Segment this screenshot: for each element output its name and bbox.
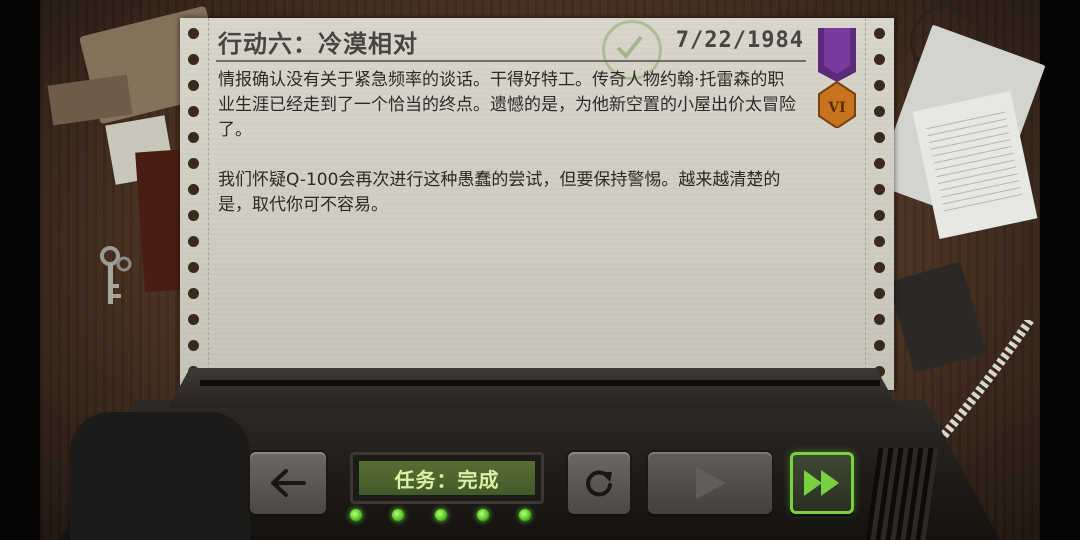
replay-icon xyxy=(586,470,612,497)
mission-title: 行动六：冷漠相对 xyxy=(218,30,418,58)
report-body: 情报确认没有关于紧急频率的谈话。干得好特工。传奇人物约翰·托雷森的职业生涯已经走… xyxy=(218,68,798,218)
play-button[interactable] xyxy=(648,452,772,514)
indicator-light xyxy=(519,509,531,521)
indicator-light xyxy=(435,509,447,521)
indicator-light xyxy=(477,509,489,521)
left-arrow-icon xyxy=(271,469,306,497)
replay-button[interactable] xyxy=(568,452,630,514)
mission-date: 7/22/1984 xyxy=(675,28,804,53)
fast-forward-icon xyxy=(804,470,839,496)
mission-status-display: 任务：完成 xyxy=(350,452,544,504)
game-screen: 行动六：冷漠相对 7/22/1984 情报确认没有关于紧急频率的谈话。干得好特工… xyxy=(0,0,1080,540)
report-paragraph-1: 情报确认没有关于紧急频率的谈话。干得好特工。传奇人物约翰·托雷森的职业生涯已经走… xyxy=(218,70,796,140)
indicator-light xyxy=(392,509,404,521)
printer-slot xyxy=(200,380,880,386)
fast-forward-button[interactable] xyxy=(790,452,854,514)
perforation-left xyxy=(180,18,209,390)
left-border xyxy=(0,0,44,540)
rank-medal-icon: VI xyxy=(818,28,856,128)
mission-report-paper: 行动六：冷漠相对 7/22/1984 情报确认没有关于紧急频率的谈话。干得好特工… xyxy=(180,18,894,390)
title-divider xyxy=(216,60,806,62)
mission-status-label: 任务：完成 xyxy=(359,461,535,495)
indicator-light xyxy=(350,509,362,521)
right-border xyxy=(1036,0,1080,540)
printer-lid xyxy=(168,368,898,408)
report-paragraph-2: 我们怀疑Q-100会再次进行这种愚蠢的尝试，但要保持警惕。越来越清楚的是，取代你… xyxy=(218,170,781,215)
phone-cord-icon xyxy=(936,320,1034,443)
medal-rank-label: VI xyxy=(827,100,845,116)
back-button[interactable] xyxy=(250,452,326,514)
keys-icon xyxy=(100,246,132,304)
perforation-right xyxy=(865,18,894,390)
play-icon xyxy=(696,467,726,499)
telephone-decoration xyxy=(70,412,250,540)
